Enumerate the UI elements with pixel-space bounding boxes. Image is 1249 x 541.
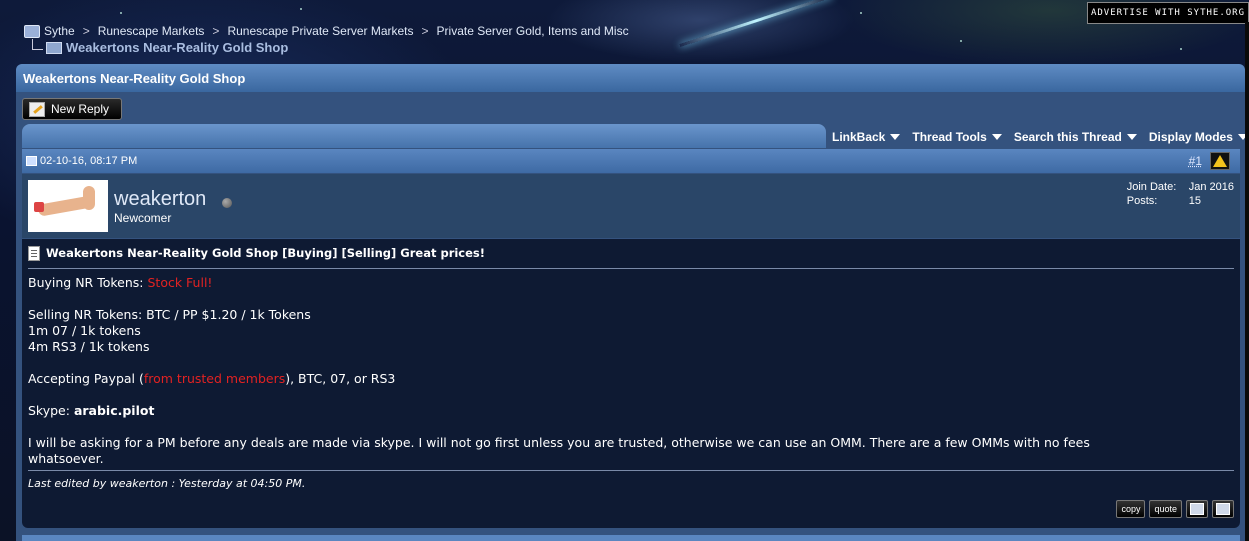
copy-button[interactable]: copy	[1116, 500, 1146, 518]
menu-linkback[interactable]: LinkBack	[832, 130, 901, 144]
breadcrumb-current: Weakertons Near-Reality Gold Shop	[66, 40, 289, 55]
divider	[28, 268, 1234, 269]
join-date-label: Join Date:	[1126, 181, 1177, 193]
accepting-suffix: ), BTC, 07, or RS3	[285, 371, 396, 386]
join-date-value: Jan 2016	[1188, 181, 1234, 193]
forum-home-icon[interactable]	[24, 24, 40, 38]
buying-line: Buying NR Tokens: Stock Full!	[28, 275, 1234, 291]
post-title: Weakertons Near-Reality Gold Shop [Buyin…	[28, 245, 1234, 261]
menu-label: Display Modes	[1148, 130, 1233, 144]
rate-rs3-line: 4m RS3 / 1k tokens	[28, 339, 150, 354]
menu-label: Search this Thread	[1013, 130, 1122, 144]
tree-connector	[32, 39, 43, 50]
skype-label: Skype:	[28, 403, 74, 418]
advertise-banner[interactable]: ADVERTISE WITH SYTHE.ORG	[1087, 2, 1249, 24]
avatar[interactable]	[28, 180, 108, 232]
posts-value: 15	[1188, 195, 1201, 207]
breadcrumb-separator: >	[421, 24, 429, 38]
document-icon	[28, 245, 40, 261]
multiquote-button[interactable]	[1186, 500, 1208, 518]
report-post-icon[interactable]	[1210, 152, 1230, 170]
skype-line: Skype: arabic.pilot	[28, 403, 1234, 419]
edited-note: Last edited by weakerton : Yesterday at …	[28, 477, 306, 490]
user-stats: Join Date: Jan 2016 Posts: 15	[1127, 180, 1234, 208]
post-number-link[interactable]: #1	[1189, 154, 1202, 168]
rate-07-line: 1m 07 / 1k tokens	[28, 323, 141, 338]
divider	[28, 470, 1234, 471]
new-reply-label: New Reply	[51, 102, 110, 116]
dropdown-arrow-icon	[890, 134, 901, 140]
accepting-prefix: Accepting Paypal (	[28, 371, 144, 386]
accepting-note: from trusted members	[143, 371, 286, 386]
buying-status: Stock Full!	[147, 275, 213, 290]
posts-label: Posts:	[1126, 195, 1158, 207]
menu-display-modes[interactable]: Display Modes	[1149, 130, 1248, 144]
breadcrumb-link-private-server-markets[interactable]: Runescape Private Server Markets	[227, 24, 413, 38]
username-link[interactable]: weakerton	[114, 188, 206, 211]
notice-line-2: whatsoever.	[28, 451, 104, 466]
skype-value: arabic.pilot	[73, 403, 155, 418]
multiquote-icon	[1190, 503, 1204, 515]
post-title-text: Weakertons Near-Reality Gold Shop [Buyin…	[46, 246, 486, 260]
breadcrumb-separator: >	[212, 24, 220, 38]
menu-thread-tools[interactable]: Thread Tools	[912, 130, 1002, 144]
post-header-right: #1	[1189, 152, 1230, 170]
post-status-icon	[26, 156, 37, 166]
quote-button[interactable]: quote	[1149, 500, 1182, 518]
buying-label: Buying NR Tokens:	[28, 275, 148, 290]
thread-title: Weakertons Near-Reality Gold Shop	[23, 70, 246, 86]
pencil-icon	[29, 101, 45, 117]
thread-title-bar: Weakertons Near-Reality Gold Shop	[16, 64, 1245, 92]
breadcrumb-link-gold-items-misc[interactable]: Private Server Gold, Items and Misc	[437, 24, 629, 38]
scrollbar[interactable]	[1245, 22, 1249, 541]
quick-reply-button[interactable]	[1212, 500, 1234, 518]
post-date: 02-10-16, 08:17 PM	[26, 155, 137, 167]
menu-label: Thread Tools	[912, 130, 987, 144]
thread-toolbar-menus: LinkBack Thread Tools Search this Thread…	[826, 126, 1248, 148]
dropdown-arrow-icon	[1126, 134, 1137, 140]
new-reply-button[interactable]: New Reply	[22, 98, 122, 120]
post-actions: copy quote	[1116, 500, 1234, 518]
user-title: Newcomer	[114, 211, 172, 225]
post-header: 02-10-16, 08:17 PM #1	[22, 149, 1240, 173]
menu-label: LinkBack	[832, 130, 886, 144]
breadcrumb-separator: >	[82, 24, 90, 38]
quick-reply-icon	[1216, 503, 1230, 515]
notice-line: I will be asking for a PM before any dea…	[28, 435, 1090, 450]
breadcrumb: Sythe > Runescape Markets > Runescape Pr…	[24, 24, 629, 55]
menu-search-thread[interactable]: Search this Thread	[1014, 130, 1137, 144]
selling-line: Selling NR Tokens: BTC / PP $1.20 / 1k T…	[28, 307, 311, 322]
breadcrumb-link-sythe[interactable]: Sythe	[44, 24, 75, 38]
thread-toolbar-bar	[22, 124, 826, 148]
offline-status-icon	[222, 198, 232, 208]
breadcrumb-link-runescape-markets[interactable]: Runescape Markets	[98, 24, 205, 38]
post-date-text: 02-10-16, 08:17 PM	[40, 155, 138, 167]
accepting-line: Accepting Paypal (from trusted members),…	[28, 371, 1234, 387]
folder-icon	[46, 41, 62, 54]
next-post-header	[22, 535, 1240, 541]
post-body: Weakertons Near-Reality Gold Shop [Buyin…	[22, 239, 1240, 528]
dropdown-arrow-icon	[991, 134, 1002, 140]
user-info: weakerton Newcomer Join Date: Jan 2016 Po…	[22, 174, 1240, 238]
